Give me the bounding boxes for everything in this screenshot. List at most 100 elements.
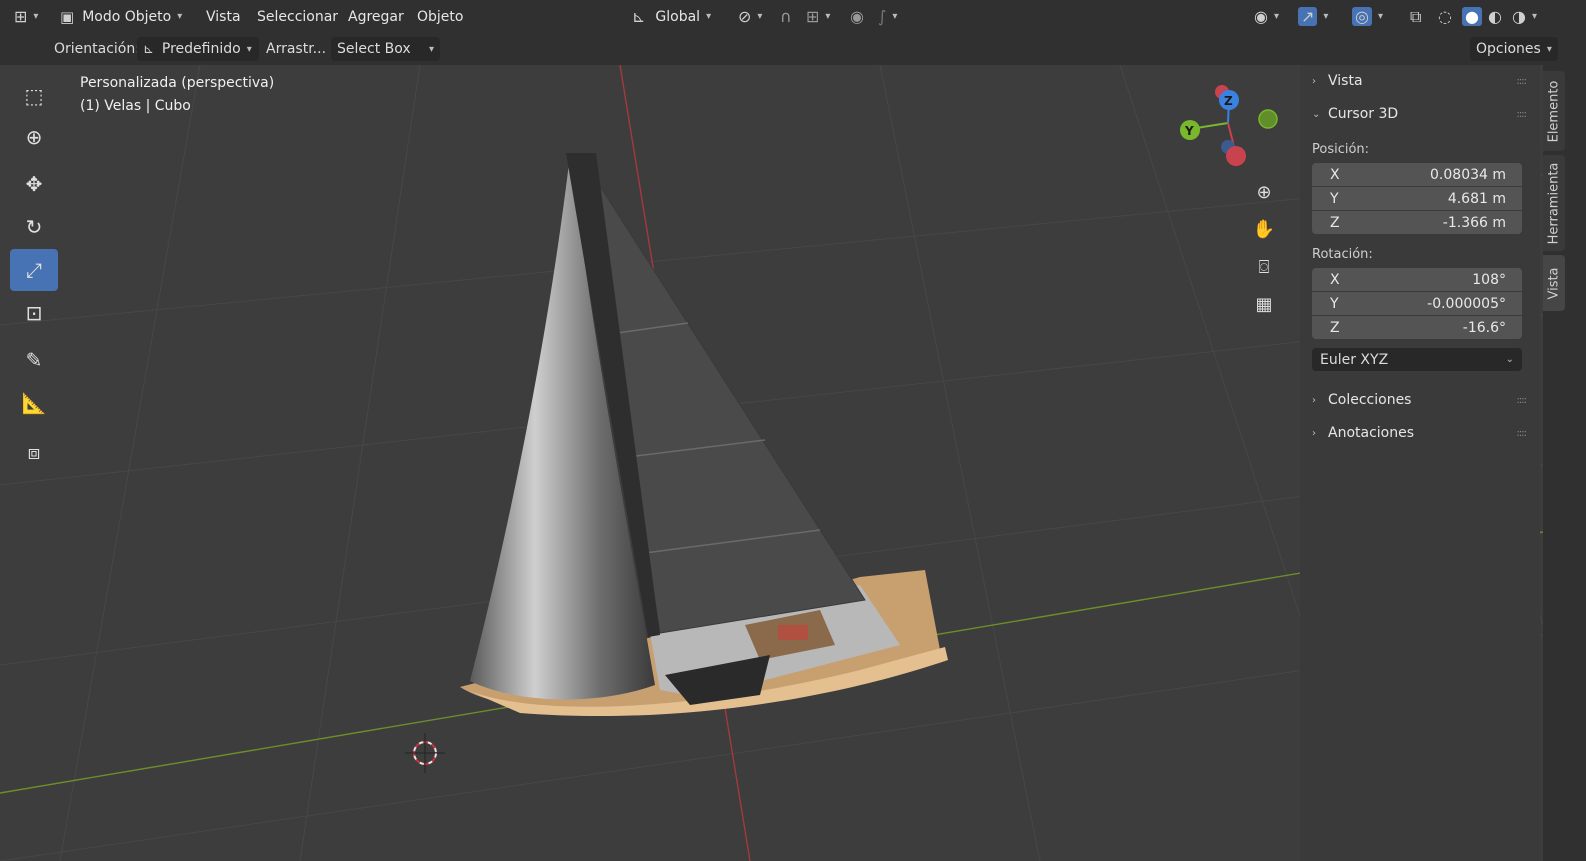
rotation-label: Rotación: — [1312, 247, 1373, 262]
shading-material-button[interactable]: ◐ — [1488, 0, 1502, 33]
drag-grip-icon[interactable]: :::: — [1517, 109, 1528, 120]
location-z-field[interactable]: Z -1.366 m — [1312, 211, 1522, 234]
mode-selector[interactable]: ▣ Modo Objeto ▾ — [60, 0, 182, 33]
tab-herramienta[interactable]: Herramienta — [1543, 155, 1565, 251]
panel-vista-title: Vista — [1328, 73, 1363, 89]
magnet-icon: ∩ — [780, 7, 792, 26]
editor-type-icon: ⊞ — [14, 7, 28, 26]
chevron-down-icon: ▾ — [428, 43, 434, 55]
menu-vista[interactable]: Vista — [206, 0, 241, 33]
rotation-mode-dropdown[interactable]: Euler XYZ ⌄ — [1312, 348, 1522, 371]
panel-vista-header[interactable]: › Vista :::: — [1312, 68, 1530, 94]
tab-vista[interactable]: Vista — [1543, 255, 1565, 311]
transform-tool[interactable]: ⊡ — [10, 292, 58, 334]
location-x-field[interactable]: X 0.08034 m — [1312, 163, 1522, 186]
camera-view-button[interactable]: ⌼ — [1248, 251, 1280, 283]
orientation-dropdown[interactable]: ⊾ Predefinido ▾ — [137, 37, 259, 61]
pan-button[interactable]: ✋ — [1248, 213, 1280, 245]
scale-tool[interactable]: ⤢ — [10, 249, 58, 291]
falloff-button[interactable]: ∫ ▾ — [878, 0, 897, 33]
chevron-down-icon: ▾ — [1323, 11, 1329, 22]
panel-cursor-header[interactable]: ⌄ Cursor 3D :::: — [1312, 101, 1530, 127]
drag-grip-icon[interactable]: :::: — [1517, 428, 1528, 439]
rotation-mode-value: Euler XYZ — [1320, 351, 1389, 368]
rotation-y-field[interactable]: Y -0.000005° — [1312, 292, 1522, 315]
panel-cursor-title: Cursor 3D — [1328, 106, 1399, 122]
overlays-icon: ◎ — [1352, 7, 1372, 26]
field-value: -0.000005° — [1427, 295, 1506, 312]
navigation-gizmo[interactable]: Y Z — [1170, 80, 1290, 180]
shading-wireframe-button[interactable]: ◌ — [1438, 0, 1452, 33]
menu-seleccionar[interactable]: Seleccionar — [257, 0, 338, 33]
gizmo-neg-y[interactable] — [1258, 109, 1278, 129]
panel-anotaciones-header[interactable]: › Anotaciones :::: — [1312, 420, 1530, 446]
transform-orientation-label: Global — [655, 8, 701, 25]
drag-dropdown[interactable]: Select Box ▾ — [331, 37, 440, 61]
snap-toggle[interactable]: ∩ — [780, 0, 792, 33]
move-tool[interactable]: ✥ — [10, 163, 58, 205]
mode-label: Modo Objeto — [82, 8, 172, 25]
panel-colecciones-header[interactable]: › Colecciones :::: — [1312, 387, 1530, 413]
snap-target-button[interactable]: ⊞ ▾ — [806, 0, 830, 33]
overlays-toggle[interactable]: ◎ ▾ — [1352, 0, 1383, 33]
object-mode-icon: ▣ — [60, 7, 75, 26]
axis-label: Z — [1330, 319, 1340, 336]
menu-objeto[interactable]: Objeto — [417, 0, 463, 33]
rotate-tool[interactable]: ↻ — [10, 206, 58, 248]
menu-agregar[interactable]: Agregar — [348, 0, 404, 33]
drag-grip-icon[interactable]: :::: — [1517, 395, 1528, 406]
viewport-header: ⊞ ▾ ▣ Modo Objeto ▾ Vista Seleccionar Agr… — [0, 0, 1586, 34]
chevron-down-icon: ▾ — [825, 11, 831, 22]
orientation-icon: ⊾ — [143, 41, 154, 57]
proportional-editing-toggle[interactable]: ◉ — [850, 0, 864, 33]
location-label: Posición: — [1312, 142, 1370, 157]
rendered-sphere-icon: ◑ — [1512, 7, 1526, 26]
panel-colecciones-title: Colecciones — [1328, 392, 1412, 408]
axis-label: Z — [1330, 214, 1340, 231]
add-cube-tool[interactable]: ⧈ — [10, 431, 58, 473]
chevron-down-icon: ▾ — [177, 11, 183, 22]
ortho-toggle-button[interactable]: ▦ — [1248, 288, 1280, 320]
eye-icon: ◉ — [1254, 7, 1268, 26]
transform-orientation-selector[interactable]: ⊾ Global ▾ — [632, 0, 711, 33]
measure-tool[interactable]: 📐 — [10, 382, 58, 424]
rotation-x-field[interactable]: X 108° — [1312, 268, 1522, 291]
zoom-button[interactable]: ⊕ — [1248, 176, 1280, 208]
shading-rendered-button[interactable]: ◑ ▾ — [1512, 0, 1537, 33]
tab-vista-label: Vista — [1546, 266, 1562, 300]
tab-elemento[interactable]: Elemento — [1543, 71, 1565, 151]
cursor-tool[interactable]: ⊕ — [10, 116, 58, 158]
shading-solid-button[interactable]: ● — [1462, 0, 1482, 33]
field-value: 4.681 m — [1447, 190, 1506, 207]
editor-type-button[interactable]: ⊞ ▾ — [14, 0, 38, 33]
options-dropdown[interactable]: Opciones ▾ — [1470, 37, 1558, 61]
tool-settings-header: Orientación: ⊾ Predefinido ▾ Arrastr... … — [0, 33, 1586, 65]
field-value: -16.6° — [1462, 319, 1506, 336]
crosshair-icon: ⊕ — [25, 125, 43, 149]
select-box-tool[interactable]: ⬚ — [10, 75, 58, 117]
gizmo-toggle[interactable]: ↗ ▾ — [1298, 0, 1328, 33]
chevron-down-icon: ▾ — [1546, 43, 1552, 55]
grid-perspective-icon: ▦ — [1255, 293, 1273, 315]
chevron-down-icon: ▾ — [706, 11, 712, 22]
xray-toggle[interactable]: ⧉ — [1410, 0, 1421, 33]
field-value: 108° — [1472, 271, 1506, 288]
gizmo-x[interactable] — [1226, 146, 1246, 166]
rotation-z-field[interactable]: Z -16.6° — [1312, 316, 1522, 339]
chevron-down-icon: ▾ — [1377, 11, 1383, 22]
chevron-down-icon: ▾ — [892, 11, 898, 22]
chevron-down-icon: ▾ — [1273, 11, 1279, 22]
location-y-field[interactable]: Y 4.681 m — [1312, 187, 1522, 210]
axis-label: X — [1330, 166, 1340, 183]
xray-icon: ⧉ — [1410, 6, 1422, 26]
gizmo-icon: ↗ — [1298, 7, 1318, 26]
pivot-point-button[interactable]: ⊘ ▾ — [738, 0, 762, 33]
pencil-icon: ✎ — [25, 348, 43, 372]
field-value: 0.08034 m — [1430, 166, 1506, 183]
object-info-label: (1) Velas | Cubo — [80, 98, 191, 114]
annotate-tool[interactable]: ✎ — [10, 339, 58, 381]
chevron-down-icon: ⌄ — [1312, 108, 1321, 120]
view-name-label: Personalizada (perspectiva) — [80, 75, 275, 91]
visibility-button[interactable]: ◉ ▾ — [1254, 0, 1279, 33]
drag-grip-icon[interactable]: :::: — [1517, 76, 1528, 87]
